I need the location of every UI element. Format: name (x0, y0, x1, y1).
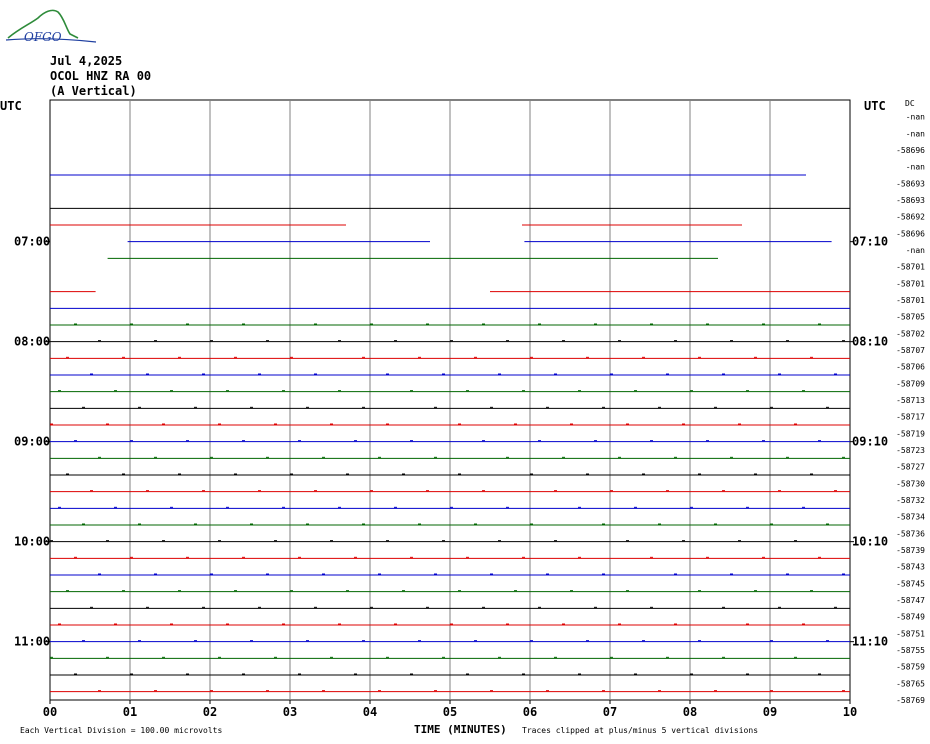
dc-value: -58765 (896, 679, 925, 688)
right-time-label: 08:10 (852, 335, 888, 349)
x-axis-ticks: 00 01 02 03 04 05 06 07 08 09 10 (43, 700, 857, 719)
dc-value: -58769 (896, 696, 925, 705)
x-tick-label: 00 (43, 705, 57, 719)
dc-value: -58755 (896, 646, 925, 655)
dc-value: -58745 (896, 579, 925, 588)
x-tick-label: 10 (843, 705, 857, 719)
clip-note: Traces clipped at plus/minus 5 vertical … (522, 726, 759, 735)
dc-value: -58705 (896, 313, 925, 322)
right-time-label: 10:10 (852, 535, 888, 549)
dc-value: -58719 (896, 429, 925, 438)
dc-value: -58727 (896, 463, 925, 472)
dc-value: -58751 (896, 629, 925, 638)
x-axis-title: TIME (MINUTES) (414, 723, 507, 736)
dc-value: -58730 (896, 479, 925, 488)
x-tick-label: 08 (683, 705, 697, 719)
dc-value: -58717 (896, 413, 925, 422)
dc-value: -58736 (896, 529, 925, 538)
dc-value: -58696 (896, 229, 925, 238)
dc-value: -58709 (896, 379, 925, 388)
dc-value: -58743 (896, 563, 925, 572)
dc-value: -58713 (896, 396, 925, 405)
dc-value: -58749 (896, 613, 925, 622)
x-tick-label: 02 (203, 705, 217, 719)
dc-value: -58701 (896, 279, 925, 288)
dc-value: -58701 (896, 263, 925, 272)
dc-value: -nan (906, 113, 925, 122)
left-time-label: 09:00 (14, 435, 50, 449)
x-tick-label: 05 (443, 705, 457, 719)
right-time-labels: 07:10 08:10 09:10 10:10 11:10 (850, 235, 888, 649)
dc-value: -58734 (896, 513, 925, 522)
dc-value-labels: DC -nan -nan -58696 -nan -58693 -58693 -58692 -5… (896, 99, 925, 705)
dc-value: -58707 (896, 346, 925, 355)
left-time-labels: 07:00 08:00 09:00 10:00 11:00 (14, 235, 50, 649)
dc-value: -58701 (896, 296, 925, 305)
dc-value: -58696 (896, 146, 925, 155)
x-tick-label: 01 (123, 705, 137, 719)
left-time-label: 10:00 (14, 535, 50, 549)
right-time-label: 11:10 (852, 635, 888, 649)
dc-value: -nan (906, 163, 925, 172)
scale-note: Each Vertical Division = 100.00 microvol… (20, 726, 223, 735)
dc-value: -nan (906, 129, 925, 138)
dc-value: -58732 (896, 496, 925, 505)
dc-value: -nan (906, 246, 925, 255)
left-time-label: 11:00 (14, 635, 50, 649)
right-time-label: 07:10 (852, 235, 888, 249)
left-time-label: 07:00 (14, 235, 50, 249)
dc-title: DC (905, 99, 915, 108)
chart-grid (49, 99, 851, 701)
x-tick-label: 09 (763, 705, 777, 719)
dc-value: -58702 (896, 329, 925, 338)
right-time-label: 09:10 (852, 435, 888, 449)
x-tick-label: 03 (283, 705, 297, 719)
helicorder-page: OFGO Jul 4,2025 OCOL HNZ RA 00 (A Vertic… (0, 0, 930, 744)
x-tick-label: 04 (363, 705, 377, 719)
x-tick-label: 06 (523, 705, 537, 719)
dc-value: -58723 (896, 446, 925, 455)
dc-value: -58706 (896, 363, 925, 372)
dc-value: -58747 (896, 596, 925, 605)
dc-value: -58693 (896, 179, 925, 188)
dc-value: -58692 (896, 213, 925, 222)
helicorder-chart: 00 01 02 03 04 05 06 07 08 09 10 07:00 08:00 09:00 10… (14, 99, 925, 719)
dc-value: -58693 (896, 196, 925, 205)
dc-value: -58739 (896, 546, 925, 555)
dc-value: -58759 (896, 663, 925, 672)
left-time-label: 08:00 (14, 335, 50, 349)
x-tick-label: 07 (603, 705, 617, 719)
